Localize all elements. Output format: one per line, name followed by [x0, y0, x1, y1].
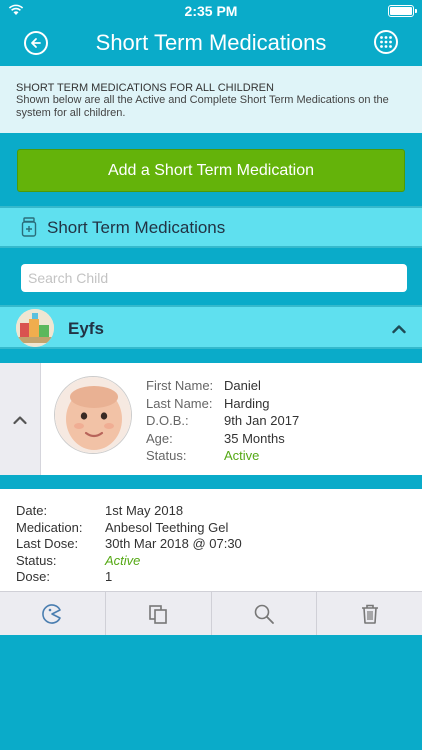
medicine-bottle-icon	[21, 217, 37, 242]
page-title: Short Term Medications	[95, 30, 327, 55]
child-collapse-toggle[interactable]	[0, 363, 41, 475]
label-dose: Dose:	[16, 569, 50, 584]
status-bar: 2:35 PM	[0, 0, 422, 22]
label-medication: Medication:	[16, 519, 83, 535]
medication-toolbar	[0, 591, 422, 635]
copy-icon	[149, 604, 167, 624]
add-medication-button[interactable]: Add a Short Term Medication	[17, 149, 405, 192]
child-card[interactable]: First Name: Last Name: D.O.B.: Age: Stat…	[0, 363, 422, 475]
child-first-name: Daniel	[224, 378, 261, 393]
dose-administer-icon	[42, 603, 62, 624]
status-time: 2:35 PM	[184, 3, 238, 19]
copy-button[interactable]	[106, 592, 212, 635]
child-status: Active	[224, 448, 260, 463]
group-row-eyfs[interactable]: Eyfs	[0, 305, 422, 349]
medication-dose: 1	[105, 569, 113, 584]
medication-status: Active	[105, 552, 141, 568]
medication-card[interactable]: Date: Medication: Last Dose: Status: Dos…	[0, 489, 422, 591]
info-panel: SHORT TERM MEDICATIONS FOR ALL CHILDREN …	[0, 66, 422, 133]
search-icon	[254, 604, 274, 624]
search-child-input[interactable]	[21, 264, 407, 292]
label-first-name: First Name:	[146, 378, 214, 393]
child-age: 35 Months	[224, 430, 285, 446]
medication-values: 1st May 2018 Anbesol Teething Gel 30th M…	[105, 503, 242, 586]
child-labels: First Name: Last Name: D.O.B.: Age: Stat…	[146, 377, 213, 465]
battery-icon	[388, 5, 417, 17]
search-button[interactable]	[212, 592, 318, 635]
label-age: Age:	[146, 430, 173, 446]
child-last-name: Harding	[224, 395, 270, 411]
label-last-dose: Last Dose:	[16, 536, 79, 551]
info-description: Shown below are all the Active and Compl…	[16, 94, 389, 119]
group-avatar	[16, 309, 54, 347]
info-heading: SHORT TERM MEDICATIONS FOR ALL CHILDREN	[16, 82, 274, 94]
group-name: Eyfs	[68, 319, 104, 338]
administer-dose-button[interactable]	[0, 592, 106, 635]
grid-menu-icon[interactable]	[374, 30, 398, 54]
medication-date: 1st May 2018	[105, 503, 184, 518]
label-status: Status:	[146, 448, 187, 463]
label-status: Status:	[16, 552, 57, 568]
medication-labels: Date: Medication: Last Dose: Status: Dos…	[16, 503, 82, 586]
child-photo	[54, 376, 132, 454]
delete-button[interactable]	[317, 592, 422, 635]
nav-bar: Short Term Medications	[0, 22, 422, 66]
medication-last-dose: 30th Mar 2018 @ 07:30	[105, 536, 242, 551]
medication-name: Anbesol Teething Gel	[105, 519, 229, 535]
label-date: Date:	[16, 503, 48, 518]
label-dob: D.O.B.:	[146, 413, 189, 428]
section-header: Short Term Medications	[0, 206, 422, 248]
trash-icon	[361, 604, 378, 624]
section-label: Short Term Medications	[47, 218, 226, 237]
label-last-name: Last Name:	[146, 395, 213, 411]
child-dob: 9th Jan 2017	[224, 413, 300, 428]
chevron-up-icon[interactable]	[392, 321, 406, 339]
child-values: Daniel Harding 9th Jan 2017 35 Months Ac…	[224, 377, 299, 465]
chevron-up-icon	[13, 416, 27, 425]
